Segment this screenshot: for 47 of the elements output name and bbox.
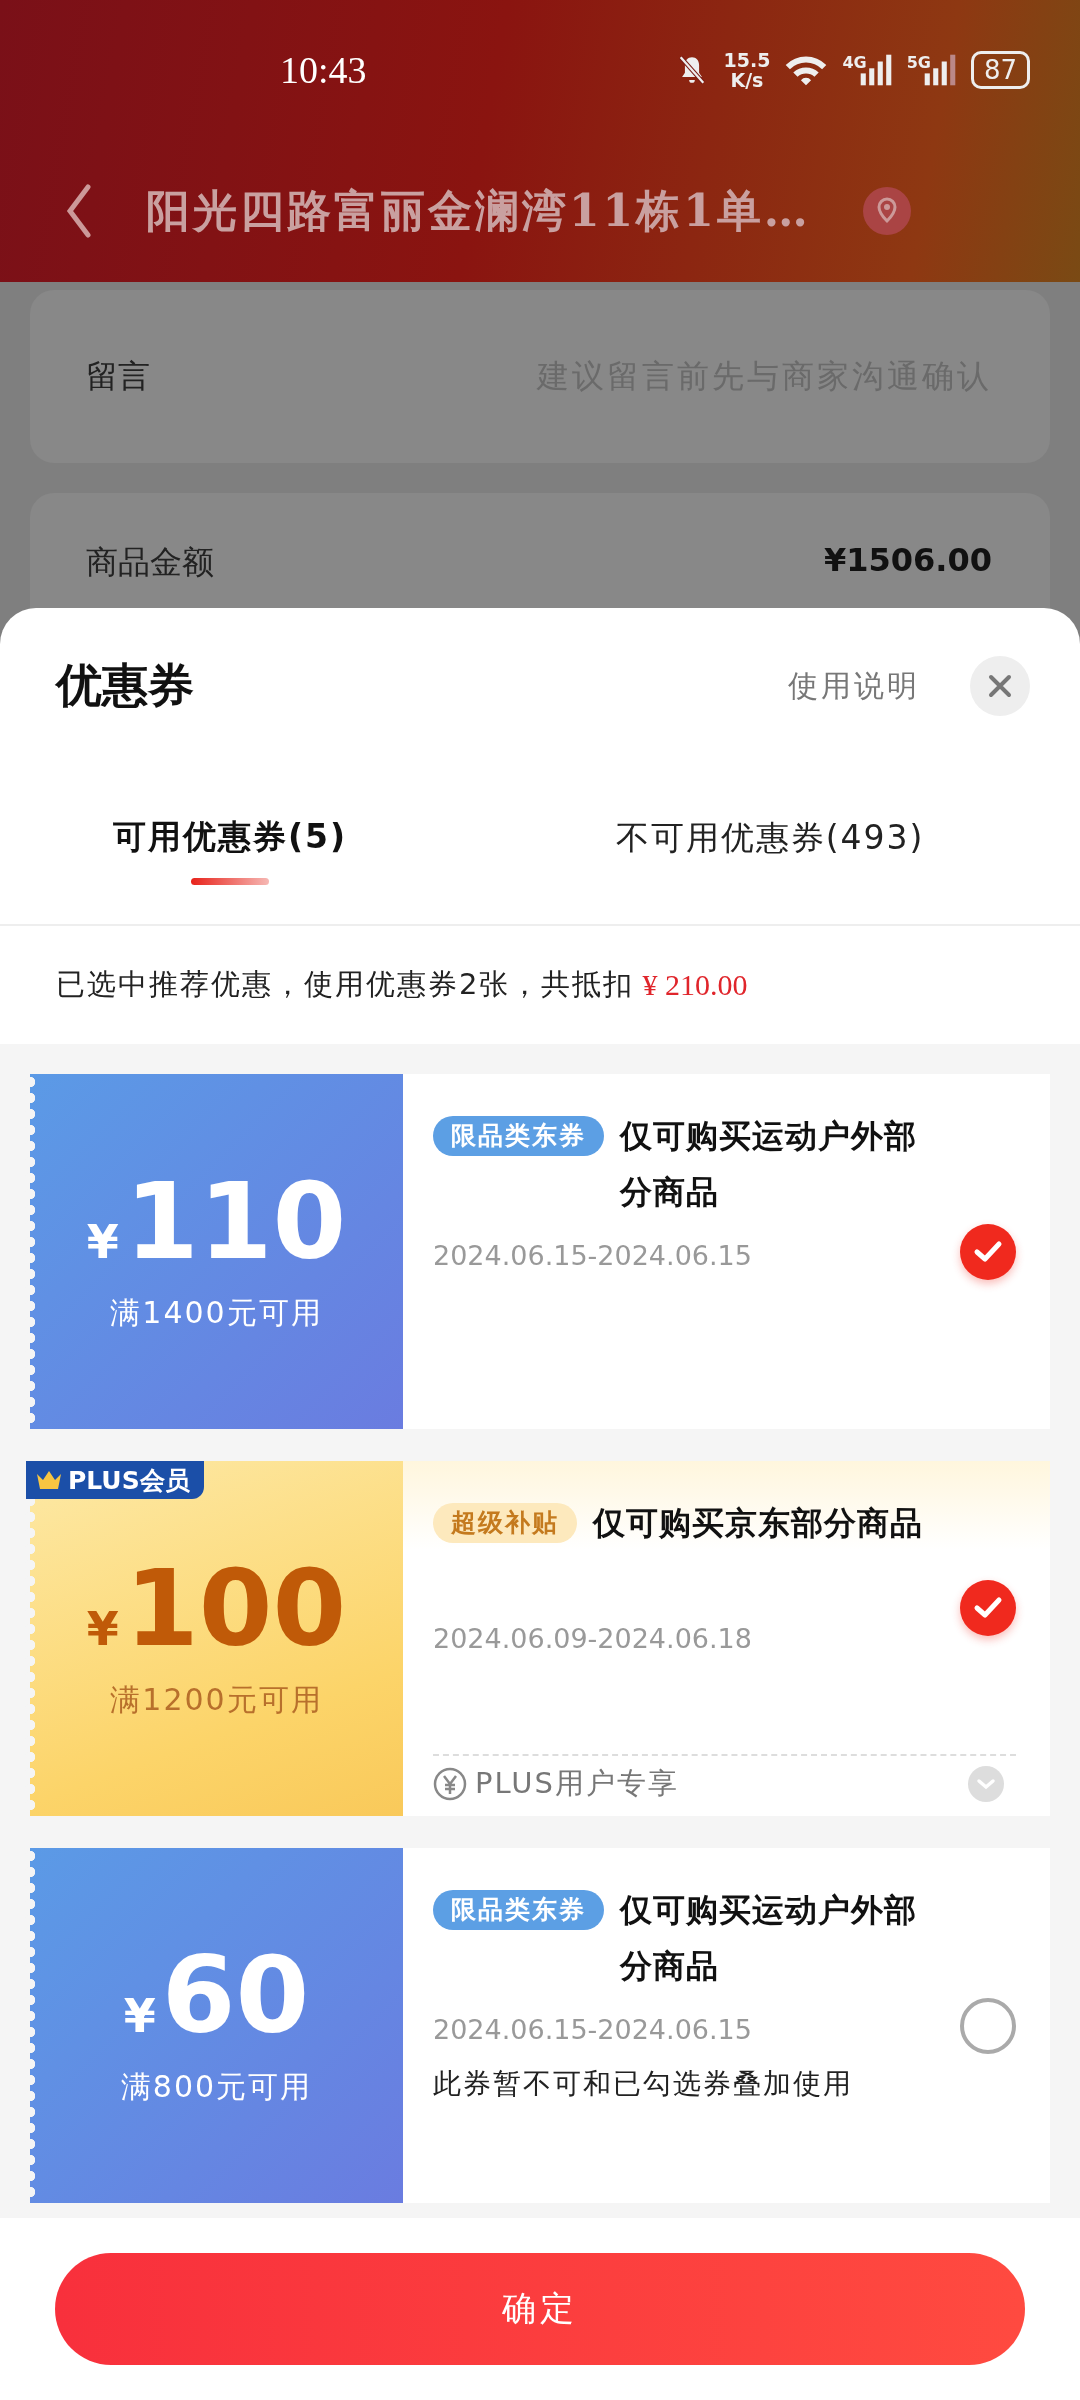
confirm-button[interactable]: 确定 xyxy=(55,2253,1025,2365)
coupon-date: 2024.06.15-2024.06.15 xyxy=(433,1240,753,1271)
summary-text: 已选中推荐优惠，使用优惠券2张，共抵扣 xyxy=(56,966,635,1003)
checkmark-icon xyxy=(973,1595,1003,1620)
currency-sign: ¥ xyxy=(123,1989,156,2043)
coupon-title: 仅可购买京东部分商品 xyxy=(593,1503,924,1544)
back-icon[interactable] xyxy=(64,183,94,239)
coupon-checkbox[interactable] xyxy=(960,1223,1016,1280)
badge-label: PLUS会员 xyxy=(68,1464,190,1497)
amount-value: ¥1506.00 xyxy=(824,541,992,579)
location-pin-icon[interactable] xyxy=(862,187,911,235)
coupon-checkbox[interactable] xyxy=(960,1579,1016,1636)
usage-help-link[interactable]: 使用说明 xyxy=(788,665,920,707)
message-label: 留言 xyxy=(86,355,150,397)
coupon-date: 2024.06.15-2024.06.15 xyxy=(433,2014,753,2045)
coupon-tab[interactable]: 可用优惠券(5) xyxy=(112,815,348,860)
address-title[interactable]: 阳光四路富丽金澜湾11栋1单… xyxy=(146,181,811,241)
coupon-title: 仅可购买运动户外部分商品 xyxy=(620,1890,918,1987)
coupon-title: 仅可购买运动户外部分商品 xyxy=(620,1116,918,1213)
coupon-note: 此券暂不可和已勾选券叠加使用 xyxy=(433,2066,854,2102)
battery-indicator: 87 xyxy=(970,51,1030,89)
sheet-title: 优惠券 xyxy=(56,657,195,714)
yen-coin-icon xyxy=(433,1767,467,1801)
coupon-condition: 满800元可用 xyxy=(120,2068,313,2106)
coupon-condition: 满1200元可用 xyxy=(110,1681,323,1719)
coupon-footer-text: PLUS用户专享 xyxy=(475,1765,680,1802)
network-speed: 15.5 K/s xyxy=(723,50,771,90)
checkmark-icon xyxy=(973,1239,1003,1264)
currency-sign: ¥ xyxy=(86,1602,119,1656)
crown-icon xyxy=(36,1470,62,1490)
coupon-tag: 超级补贴 xyxy=(433,1503,577,1543)
coupon-condition: 满1400元可用 xyxy=(110,1294,323,1332)
network-label: 5G xyxy=(906,53,931,72)
amount-label: 商品金额 xyxy=(86,542,214,583)
coupon-amount: 110 xyxy=(124,1169,347,1275)
currency-sign: ¥ xyxy=(86,1215,119,1269)
coupon-tag: 限品类东券 xyxy=(433,1116,604,1156)
coupon-tab[interactable]: 不可用优惠券(493) xyxy=(615,815,925,861)
coupon-amount: 100 xyxy=(124,1556,347,1662)
coupon-tag: 限品类东券 xyxy=(433,1890,604,1930)
coupon-amount: 60 xyxy=(161,1943,310,2049)
discount-amount: ¥ 210.00 xyxy=(642,968,748,1002)
coupon-date: 2024.06.09-2024.06.18 xyxy=(433,1623,753,1654)
coupon-checkbox[interactable] xyxy=(960,1997,1016,2054)
network-label: 4G xyxy=(842,53,867,72)
close-icon xyxy=(987,673,1013,699)
status-time: 10:43 xyxy=(280,48,367,92)
